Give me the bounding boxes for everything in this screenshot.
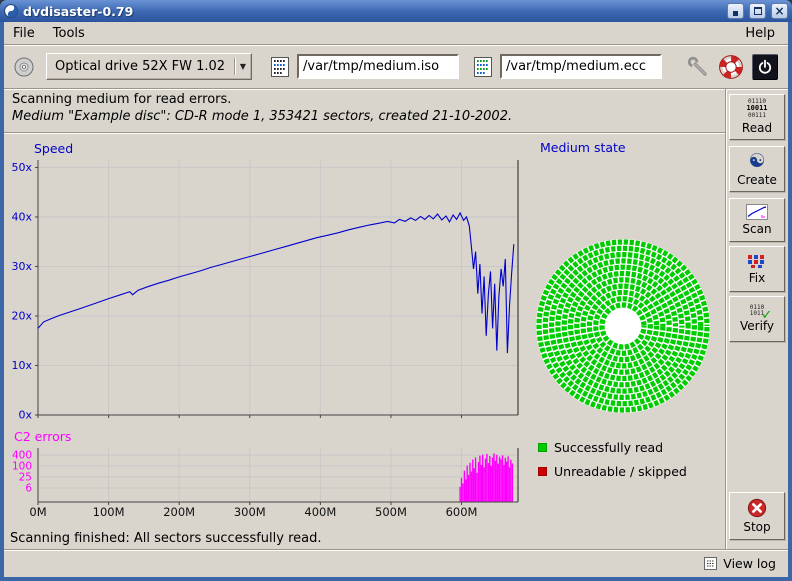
ecc-path-input[interactable]	[500, 54, 662, 79]
create-yinyang-icon: ☯	[748, 152, 765, 171]
drive-selector[interactable]: Optical drive 52X FW 1.02 ▼	[46, 53, 252, 80]
axis-tick-label: 100M	[93, 505, 125, 519]
close-icon: ×	[774, 5, 784, 17]
fix-button[interactable]: Fix	[729, 246, 785, 292]
axis-tick-label: 50x	[11, 161, 32, 174]
medium-state-disc	[535, 238, 711, 414]
verify-button[interactable]: 0110 1011 ✓ Verify	[729, 296, 785, 342]
view-log-button[interactable]: View log	[4, 550, 788, 577]
status-medium-info: Medium "Example disc": CD-R mode 1, 3534…	[12, 109, 512, 124]
window-content: File Tools Help Optical drive 52X FW 1.0…	[4, 22, 788, 577]
scan-chart-icon	[746, 204, 768, 220]
toolbar: Optical drive 52X FW 1.02 ▼	[4, 45, 788, 88]
legend-item: Successfully read	[538, 440, 687, 455]
axis-tick-label: 600M	[446, 505, 478, 519]
axis-tick-label: 10x	[11, 359, 32, 372]
preferences-wrench-icon[interactable]	[686, 55, 710, 79]
iso-path-input[interactable]	[297, 54, 459, 79]
axis-tick-label: 0M	[29, 505, 46, 519]
axis-tick-label: 300M	[234, 505, 266, 519]
window-title: dvdisaster-0.79	[23, 4, 133, 19]
status-result: Scanning finished: All sectors successfu…	[10, 531, 322, 546]
legend-swatch-success	[538, 443, 547, 452]
medium-state-legend: Successfully read Unreadable / skipped	[538, 440, 687, 479]
legend-swatch-unreadable	[538, 467, 547, 476]
fix-icon	[747, 254, 767, 269]
close-button[interactable]: ×	[771, 3, 788, 19]
verify-icon: 0110 1011 ✓	[750, 305, 764, 318]
axis-tick-label: 500M	[375, 505, 407, 519]
separator	[4, 88, 788, 90]
maximize-icon	[754, 7, 762, 15]
view-log-label: View log	[723, 556, 776, 571]
drive-selector-value: Optical drive 52X FW 1.02	[55, 59, 232, 74]
chevron-down-icon: ▼	[240, 62, 248, 71]
dvdisaster-logo-icon[interactable]	[718, 54, 744, 80]
ecc-file-icon	[471, 55, 495, 79]
menu-help[interactable]: Help	[732, 24, 788, 43]
menubar: File Tools Help	[4, 22, 788, 44]
axis-tick-label: 20x	[11, 309, 32, 322]
minimize-button[interactable]	[727, 3, 744, 19]
checkmark-icon: ✓	[761, 309, 772, 322]
stop-icon	[747, 498, 767, 518]
scan-button-label: Scan	[742, 222, 771, 236]
read-button-label: Read	[742, 121, 772, 135]
axis-tick-label: 40x	[11, 210, 32, 223]
create-button[interactable]: ☯ Create	[729, 146, 785, 192]
optical-drive-icon	[12, 55, 36, 79]
read-button[interactable]: 01110 10011 00111 Read	[729, 94, 785, 140]
speed-curve	[38, 213, 514, 353]
create-button-label: Create	[737, 173, 777, 187]
app-window: dvdisaster-0.79 × File Tools Help Optica…	[0, 0, 792, 581]
axis-tick-label: 30x	[11, 260, 32, 273]
icon-binary-row: 00111	[746, 113, 767, 119]
fix-button-label: Fix	[749, 271, 765, 285]
axis-tick-label: 200M	[163, 505, 195, 519]
app-icon	[4, 4, 18, 18]
power-icon	[757, 59, 773, 75]
iso-image-icon	[268, 55, 292, 79]
combo-divider	[234, 58, 236, 75]
legend-label: Unreadable / skipped	[554, 464, 687, 479]
status-action: Scanning medium for read errors.	[12, 92, 231, 107]
stop-button-label: Stop	[743, 520, 770, 534]
menu-file[interactable]: File	[4, 24, 44, 43]
legend-item: Unreadable / skipped	[538, 464, 687, 479]
quit-button[interactable]	[752, 54, 778, 80]
separator	[4, 132, 726, 134]
axis-tick-label: 400M	[304, 505, 336, 519]
sidebar-separator	[725, 89, 727, 549]
stop-button[interactable]: Stop	[729, 492, 785, 540]
legend-label: Successfully read	[554, 440, 663, 455]
log-icon	[704, 557, 717, 570]
read-icon: 01110 10011 00111	[746, 99, 767, 119]
titlebar[interactable]: dvdisaster-0.79 ×	[0, 0, 792, 22]
axis-tick-label: 6	[25, 482, 32, 494]
axis-tick-label: 0x	[18, 409, 32, 422]
maximize-button[interactable]	[749, 3, 766, 19]
minimize-icon	[733, 11, 738, 16]
scan-button[interactable]: Scan	[729, 198, 785, 242]
menu-tools[interactable]: Tools	[44, 24, 94, 43]
